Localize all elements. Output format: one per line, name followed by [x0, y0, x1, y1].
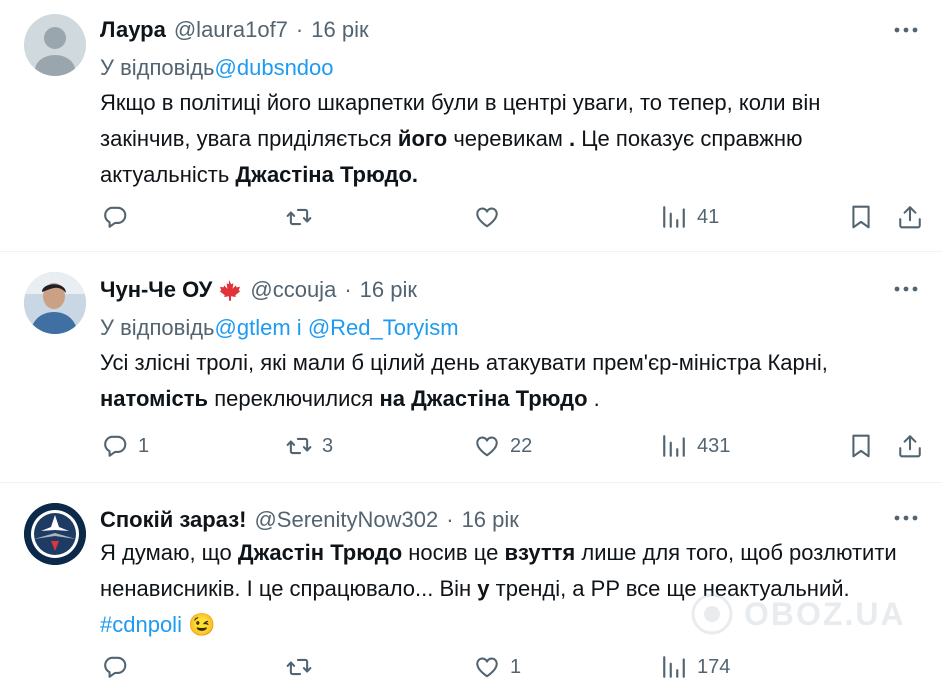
reply-conjunction: і	[296, 315, 302, 340]
tweet-3[interactable]: Спокій зараз! @SerenityNow302 · 16 рік Я…	[0, 483, 942, 694]
text-segment-bold: Джастін Трюдо	[237, 540, 403, 565]
tweet-header: Лаура @laura1of7 · 16 рік	[100, 15, 369, 45]
more-icon[interactable]	[894, 18, 918, 42]
bookmark-icon	[852, 434, 870, 458]
wink-emoji: 😉	[188, 612, 216, 637]
text-segment-bold: взуття	[504, 540, 576, 565]
action-bar: 1 3 22 431	[100, 429, 926, 463]
text-segment: черевикам	[447, 126, 570, 151]
share-button[interactable]	[897, 200, 923, 234]
reply-icon	[104, 435, 127, 457]
avatar[interactable]	[24, 272, 86, 334]
text-segment: переключилися	[208, 386, 380, 411]
winnipeg-jets-logo-icon	[24, 503, 86, 565]
like-button[interactable]: 1	[474, 650, 521, 684]
retweet-icon	[286, 658, 312, 676]
views-button[interactable]: 174	[661, 650, 730, 684]
user-name[interactable]: Лаура	[100, 17, 166, 43]
reply-prefix: У відповідь	[100, 315, 215, 340]
tweet-1[interactable]: Лаура @laura1of7 · 16 рік У відповідь@du…	[0, 0, 942, 251]
bookmark-icon	[852, 205, 870, 229]
views-count: 41	[697, 205, 720, 228]
reply-prefix: У відповідь	[100, 55, 215, 80]
text-segment: Усі злісні тролі, які мали б цілий день …	[100, 350, 828, 375]
more-icon[interactable]	[894, 506, 918, 530]
reply-count: 1	[138, 434, 150, 457]
default-avatar-icon	[35, 27, 75, 76]
text-segment-bold: на Джастіна Трюдо	[379, 386, 588, 411]
views-count: 174	[697, 655, 731, 678]
views-button[interactable]: 41	[661, 200, 719, 234]
like-count: 22	[510, 434, 533, 457]
action-bar: 41	[100, 200, 926, 234]
tweet-header: Спокій зараз! @SerenityNow302 · 16 рік	[100, 505, 519, 535]
text-segment: Я думаю, що	[100, 540, 238, 565]
reply-button[interactable]: 1	[102, 429, 149, 463]
reply-context: У відповідь@dubsndoo	[100, 55, 334, 81]
views-icon	[663, 656, 685, 678]
retweet-button[interactable]: 3	[286, 429, 333, 463]
more-icon[interactable]	[894, 277, 918, 301]
share-icon	[899, 435, 921, 458]
views-count: 431	[697, 434, 731, 457]
maple-leaf-icon	[216, 279, 242, 301]
watermark-logo-icon	[691, 593, 733, 635]
timestamp[interactable]: 16 рік	[360, 277, 417, 303]
retweet-icon	[286, 208, 312, 226]
heart-icon	[476, 657, 498, 678]
user-name[interactable]: Спокій зараз!	[100, 507, 246, 533]
profile-photo-icon	[24, 272, 86, 334]
bookmark-button[interactable]	[848, 429, 874, 463]
retweet-icon	[286, 437, 312, 455]
reply-icon	[104, 206, 127, 228]
watermark-text: OBOZ.UA	[744, 595, 906, 632]
retweet-button[interactable]	[286, 650, 322, 684]
reply-mention-link[interactable]: @dubsndoo	[215, 55, 334, 80]
hashtag-link[interactable]: #cdnpoli	[100, 612, 182, 637]
reply-mention-link[interactable]: @gtlem	[215, 315, 291, 340]
retweet-button[interactable]	[286, 200, 322, 234]
separator-dot: ·	[295, 17, 304, 42]
action-bar: 1 174	[100, 650, 926, 684]
user-handle[interactable]: @ccouja	[250, 277, 336, 303]
share-button[interactable]	[897, 429, 923, 463]
views-button[interactable]: 431	[661, 429, 730, 463]
tweet-text: Усі злісні тролі, які мали б цілий день …	[100, 345, 900, 417]
user-handle[interactable]: @laura1of7	[174, 17, 288, 43]
reply-mention-link[interactable]: @Red_Toryism	[308, 315, 459, 340]
tweet-2[interactable]: Чун-Че ОУ @ccouja · 16 рік У відповідь@g…	[0, 252, 942, 482]
avatar[interactable]	[24, 14, 86, 76]
user-handle[interactable]: @SerenityNow302	[254, 507, 438, 533]
text-segment: .	[587, 386, 600, 411]
user-name[interactable]: Чун-Че ОУ	[100, 277, 212, 303]
tweet-header: Чун-Че ОУ @ccouja · 16 рік	[100, 275, 417, 305]
timestamp[interactable]: 16 рік	[311, 17, 368, 43]
text-segment-bold: Джастіна Трюдо.	[235, 162, 418, 187]
text-segment-bold: натомість	[100, 386, 209, 411]
heart-icon	[476, 207, 498, 228]
text-segment-bold: у	[477, 576, 490, 601]
timestamp[interactable]: 16 рік	[462, 507, 519, 533]
separator-dot: ·	[344, 277, 352, 302]
bookmark-button[interactable]	[848, 200, 874, 234]
views-icon	[663, 206, 685, 228]
heart-icon	[476, 436, 498, 457]
reply-icon	[104, 656, 127, 678]
retweet-count: 3	[322, 434, 334, 457]
reply-context: У відповідь@gtlem і @Red_Toryism	[100, 315, 459, 341]
views-icon	[663, 435, 685, 457]
avatar[interactable]	[24, 503, 86, 565]
like-count: 1	[510, 655, 522, 678]
reply-button[interactable]	[102, 650, 138, 684]
watermark: OBOZ.UA	[690, 592, 906, 636]
separator-dot: ·	[446, 507, 454, 532]
text-segment: носив це	[402, 540, 505, 565]
like-button[interactable]	[474, 200, 510, 234]
like-button[interactable]: 22	[474, 429, 532, 463]
reply-button[interactable]	[102, 200, 138, 234]
tweet-text: Якщо в політиці його шкарпетки були в це…	[100, 85, 900, 193]
text-segment-bold: його	[397, 126, 448, 151]
share-icon	[899, 206, 921, 229]
